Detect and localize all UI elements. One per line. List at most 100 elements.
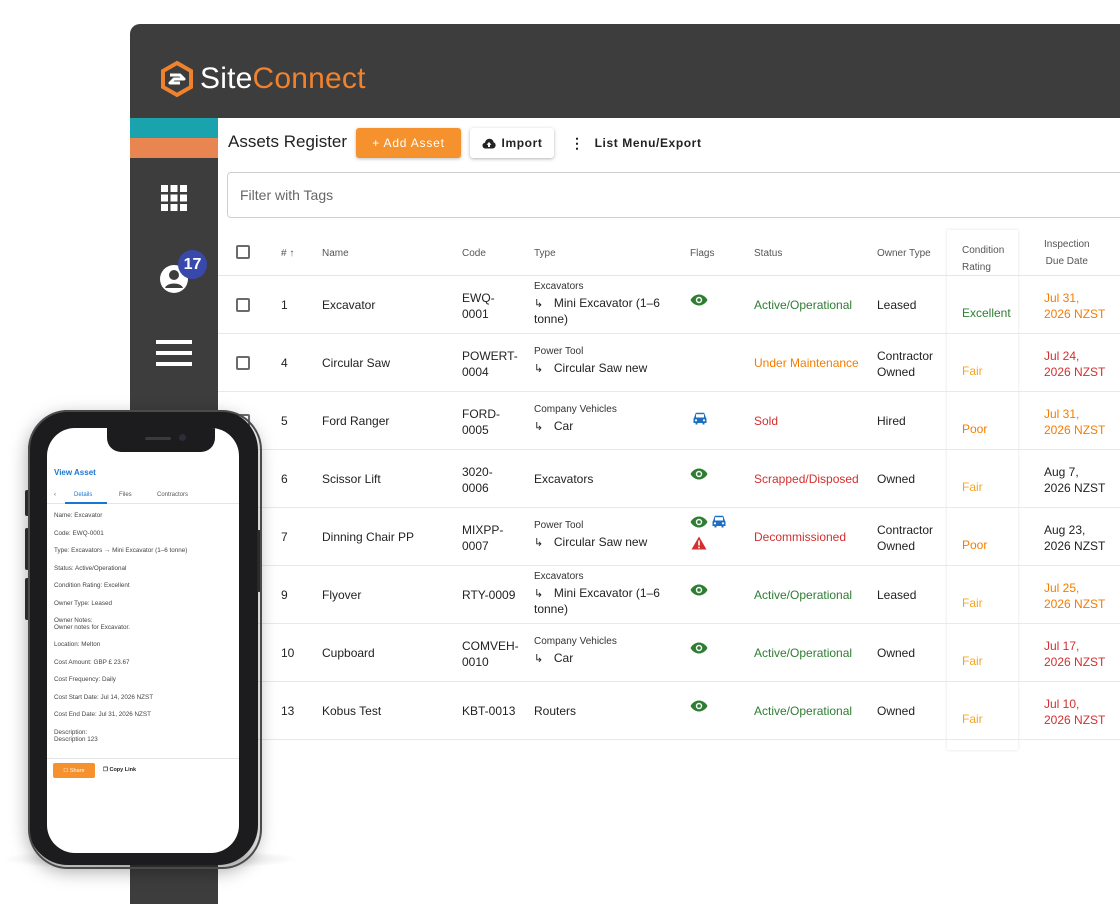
- condition-rating: Fair: [962, 654, 983, 668]
- row-name[interactable]: Scissor Lift: [322, 472, 381, 486]
- row-name[interactable]: Excavator: [322, 298, 375, 312]
- row-number: 7: [281, 530, 288, 544]
- detail-status: Status: Active/Operational: [54, 564, 127, 572]
- row-code: KBT-0013: [462, 704, 516, 718]
- phone-tabs: ‹ Details Files Contractors: [47, 486, 239, 504]
- row-code: MIXPP- 0007: [462, 523, 504, 553]
- header-status[interactable]: Status: [754, 248, 782, 259]
- header-owner-type[interactable]: Owner Type: [877, 248, 931, 259]
- inspection-due-date: Jul 25, 2026 NZST: [1044, 581, 1106, 611]
- apps-grid-icon[interactable]: [130, 184, 218, 212]
- table-row[interactable]: 10 Cupboard COMVEH- 0010 Company Vehicles…: [218, 624, 1120, 682]
- header-inspection-due[interactable]: Inspection Due Date: [1044, 236, 1090, 270]
- detail-code: Code: EWQ-0001: [54, 529, 104, 537]
- subdirectory-arrow-icon: ↳: [534, 537, 544, 549]
- inspection-due-date: Jul 17, 2026 NZST: [1044, 639, 1106, 669]
- row-code: EWQ- 0001: [462, 291, 495, 321]
- phone-volume-up-button: [25, 528, 29, 570]
- row-name[interactable]: Circular Saw: [322, 356, 390, 370]
- row-name[interactable]: Flyover: [322, 588, 361, 602]
- header-name[interactable]: Name: [322, 248, 349, 259]
- chevron-left-icon[interactable]: ‹: [54, 492, 56, 498]
- detail-cost-amount: Cost Amount: GBP £ 23.67: [54, 658, 130, 666]
- header-condition-rating[interactable]: Condition Rating: [962, 242, 1004, 276]
- status-badge: Sold: [754, 414, 779, 428]
- row-checkbox[interactable]: [236, 298, 250, 312]
- eye-icon[interactable]: [690, 516, 708, 531]
- view-asset-title: View Asset: [54, 468, 96, 477]
- copy-link-button[interactable]: ❐ Copy Link: [103, 767, 136, 773]
- owner-type: Owned: [877, 472, 916, 486]
- inspection-due-date: Aug 7, 2026 NZST: [1044, 465, 1106, 495]
- subdirectory-arrow-icon: ↳: [534, 653, 544, 665]
- eye-icon[interactable]: [690, 700, 708, 715]
- menu-icon[interactable]: [130, 340, 218, 366]
- phone-actions: ☐ Share ❐ Copy Link: [47, 758, 239, 780]
- row-checkbox[interactable]: [236, 356, 250, 370]
- table-row[interactable]: 6 Scissor Lift 3020- 0006 Excavators Scra…: [218, 450, 1120, 508]
- condition-rating: Fair: [962, 480, 983, 494]
- table-row[interactable]: 5 Ford Ranger FORD- 0005 Company Vehicles…: [218, 392, 1120, 450]
- status-badge: Active/Operational: [754, 646, 853, 660]
- share-button[interactable]: ☐ Share: [53, 763, 95, 778]
- header-flags: Flags: [690, 248, 715, 259]
- active-tab-indicator: [65, 502, 107, 504]
- table-row[interactable]: 1 Excavator EWQ- 0001 Excavators ↳ Mini E…: [218, 276, 1120, 334]
- table-header: # ↑ Name Code Type Flags Status Owner Ty…: [218, 230, 1120, 276]
- eye-icon[interactable]: [690, 642, 708, 657]
- header-type[interactable]: Type: [534, 248, 556, 259]
- status-badge: Under Maintenance: [754, 356, 859, 370]
- detail-name: Name: Excavator: [54, 512, 103, 519]
- status-badge: Scrapped/Disposed: [754, 472, 859, 486]
- detail-cost-start: Cost Start Date: Jul 14, 2026 NZST: [54, 693, 154, 701]
- filter-tags-input[interactable]: Filter with Tags: [227, 172, 1120, 218]
- row-type: Power Tool ↳ Circular Saw new: [534, 346, 648, 375]
- list-menu-label: List Menu/Export: [594, 136, 702, 150]
- tab-details[interactable]: Details: [74, 492, 92, 498]
- phone-camera: [179, 434, 186, 441]
- tab-files[interactable]: Files: [119, 492, 132, 498]
- phone-mockup: View Asset ‹ Details Files Contractors N…: [25, 410, 262, 869]
- owner-type: Contractor Owned: [877, 349, 934, 379]
- table-row[interactable]: 13 Kobus Test KBT-0013 Routers Active/Op…: [218, 682, 1120, 740]
- condition-rating: Fair: [962, 364, 983, 378]
- siteconnect-logo-icon: [161, 60, 193, 98]
- row-code: POWERT- 0004: [462, 349, 518, 379]
- table-row[interactable]: 7 Dinning Chair PP MIXPP- 0007 Power Tool…: [218, 508, 1120, 566]
- row-name[interactable]: Ford Ranger: [322, 414, 389, 428]
- car-icon[interactable]: [692, 412, 708, 428]
- owner-type: Owned: [877, 646, 916, 660]
- eye-icon[interactable]: [690, 584, 708, 599]
- subdirectory-arrow-icon: ↳: [534, 588, 544, 600]
- row-name[interactable]: Cupboard: [322, 646, 375, 660]
- detail-cost-frequency: Cost Frequency: Daily: [54, 676, 116, 683]
- import-button[interactable]: Import: [470, 128, 554, 158]
- owner-type: Hired: [877, 414, 906, 428]
- condition-rating: Poor: [962, 538, 988, 552]
- row-number: 5: [281, 414, 288, 428]
- notification-badge: 17: [178, 250, 207, 279]
- eye-icon[interactable]: [690, 294, 708, 309]
- sidebar-stripe-orange: [130, 138, 218, 158]
- row-name[interactable]: Kobus Test: [322, 704, 381, 718]
- list-menu-export-button[interactable]: ⋮ List Menu/Export: [570, 128, 702, 158]
- row-name[interactable]: Dinning Chair PP: [322, 530, 414, 544]
- table-row[interactable]: 4 Circular Saw POWERT- 0004 Power Tool ↳ …: [218, 334, 1120, 392]
- logo[interactable]: SiteConnect: [158, 60, 366, 98]
- more-vert-icon: ⋮: [570, 134, 585, 151]
- add-asset-button[interactable]: + Add Asset: [356, 128, 461, 158]
- header-code[interactable]: Code: [462, 248, 486, 259]
- toolbar: Assets Register + Add Asset Import ⋮ Lis…: [218, 118, 1120, 168]
- tab-contractors[interactable]: Contractors: [157, 492, 188, 498]
- phone-screen: View Asset ‹ Details Files Contractors N…: [47, 428, 239, 853]
- header-number[interactable]: # ↑: [281, 248, 294, 259]
- detail-condition: Condition Rating: Excellent: [54, 582, 130, 589]
- warning-icon[interactable]: [691, 536, 707, 553]
- table-row[interactable]: 9 Flyover RTY-0009 Excavators ↳ Mini Exc…: [218, 566, 1120, 624]
- eye-icon[interactable]: [690, 468, 708, 483]
- inspection-due-date: Jul 10, 2026 NZST: [1044, 697, 1106, 727]
- car-icon[interactable]: [711, 515, 727, 531]
- phone-notch: [107, 428, 215, 452]
- select-all-checkbox[interactable]: [236, 245, 250, 259]
- page-title: Assets Register: [228, 132, 348, 151]
